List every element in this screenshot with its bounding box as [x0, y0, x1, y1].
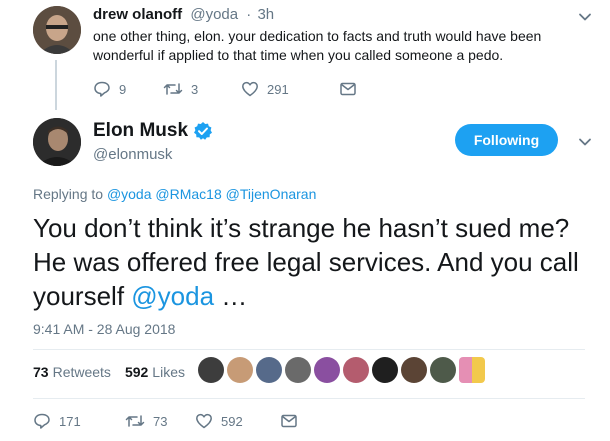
liker-avatar[interactable]	[372, 357, 398, 383]
tweet-text: You don’t think it’s strange he hasn’t s…	[33, 211, 593, 313]
retweet-icon	[163, 83, 183, 95]
avatar[interactable]	[33, 6, 81, 54]
like-button[interactable]: 291	[241, 80, 339, 98]
liker-avatar[interactable]	[314, 357, 340, 383]
retweets-count: 73	[33, 364, 49, 380]
author-name-row[interactable]: Elon Musk	[93, 120, 213, 142]
liker-avatar[interactable]	[256, 357, 282, 383]
replying-prefix: Replying to	[33, 186, 104, 202]
thread-connector	[55, 60, 57, 110]
reply-icon	[34, 413, 50, 429]
like-button[interactable]: 592	[195, 412, 280, 430]
heart-icon	[242, 81, 258, 97]
ellipsis: …	[214, 281, 248, 311]
likes-stat[interactable]: 592 Likes	[125, 364, 185, 380]
liker-avatar[interactable]	[285, 357, 311, 383]
divider	[33, 349, 585, 350]
dm-button[interactable]	[280, 413, 298, 429]
mail-icon	[281, 414, 297, 428]
mail-icon	[340, 82, 356, 96]
liker-avatar[interactable]	[198, 357, 224, 383]
retweet-count: 3	[191, 81, 199, 97]
reply-count: 171	[59, 413, 81, 429]
retweet-count: 73	[153, 413, 168, 429]
main-tweet: Elon Musk @elonmusk Following Replying t…	[0, 107, 610, 441]
tweet-time[interactable]: 3h	[257, 6, 274, 23]
liker-avatar[interactable]	[343, 357, 369, 383]
chevron-down-icon[interactable]	[578, 10, 592, 24]
like-count: 592	[221, 413, 243, 429]
reply-button[interactable]: 9	[93, 80, 163, 98]
likes-label: Likes	[152, 364, 185, 380]
retweet-icon	[125, 415, 145, 427]
liker-avatars	[198, 357, 488, 383]
verified-badge-icon	[194, 122, 213, 140]
mention-link[interactable]: @yoda	[131, 281, 214, 311]
author-handle[interactable]: @yoda	[190, 6, 238, 23]
reply-count: 9	[119, 81, 127, 97]
avatar[interactable]	[33, 118, 81, 166]
liker-avatar[interactable]	[227, 357, 253, 383]
liker-avatar[interactable]	[459, 357, 485, 383]
like-count: 291	[267, 81, 289, 97]
mention-link[interactable]: @yoda	[107, 186, 152, 202]
retweet-button[interactable]: 73	[125, 412, 195, 430]
reply-header: drew olanoff @yoda · 3h	[93, 6, 274, 23]
action-bar: 171 73 592	[33, 412, 298, 430]
divider	[33, 398, 585, 399]
separator: ·	[246, 6, 252, 23]
likes-count: 592	[124, 364, 149, 380]
mention-link[interactable]: @TijenOnaran	[226, 186, 317, 202]
liker-avatar[interactable]	[430, 357, 456, 383]
tweet-text-body: You don’t think it’s strange he hasn’t s…	[33, 213, 579, 311]
dm-button[interactable]	[339, 81, 357, 97]
reply-icon	[94, 81, 110, 97]
retweet-button[interactable]: 3	[163, 80, 241, 98]
liker-avatar[interactable]	[401, 357, 427, 383]
following-button[interactable]: Following	[455, 124, 558, 156]
chevron-down-icon[interactable]	[578, 135, 592, 149]
tweet-timestamp[interactable]: 9:41 AM - 28 Aug 2018	[33, 321, 175, 337]
mention-link[interactable]: @RMac18	[155, 186, 221, 202]
retweets-stat[interactable]: 73 Retweets	[33, 364, 111, 380]
reply-button[interactable]: 171	[33, 412, 125, 430]
author-handle[interactable]: @elonmusk	[93, 146, 172, 163]
action-bar: 9 3 291	[93, 80, 357, 98]
retweets-label: Retweets	[52, 364, 111, 380]
heart-icon	[196, 413, 212, 429]
engagement-stats: 73 Retweets 592 Likes	[33, 364, 185, 380]
replying-to: Replying to @yoda @RMac18 @TijenOnaran	[33, 186, 316, 202]
tweet-text: one other thing, elon. your dedication t…	[93, 28, 542, 63]
reply-tweet: drew olanoff @yoda · 3h one other thing,…	[0, 0, 610, 110]
author-name[interactable]: Elon Musk	[93, 120, 188, 142]
author-name[interactable]: drew olanoff	[93, 6, 182, 23]
